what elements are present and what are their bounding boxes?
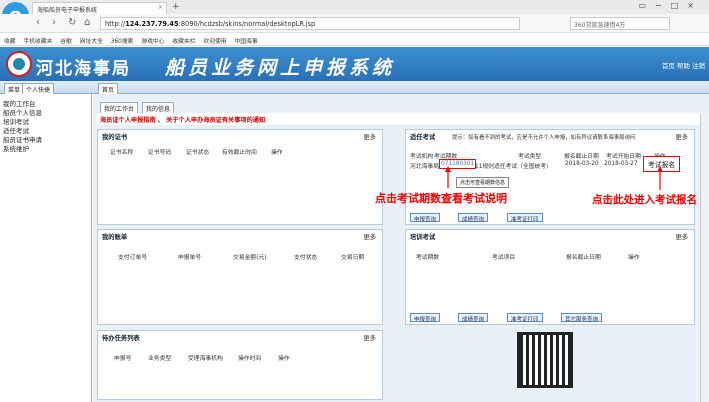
annotation-arrows [445, 166, 663, 190]
